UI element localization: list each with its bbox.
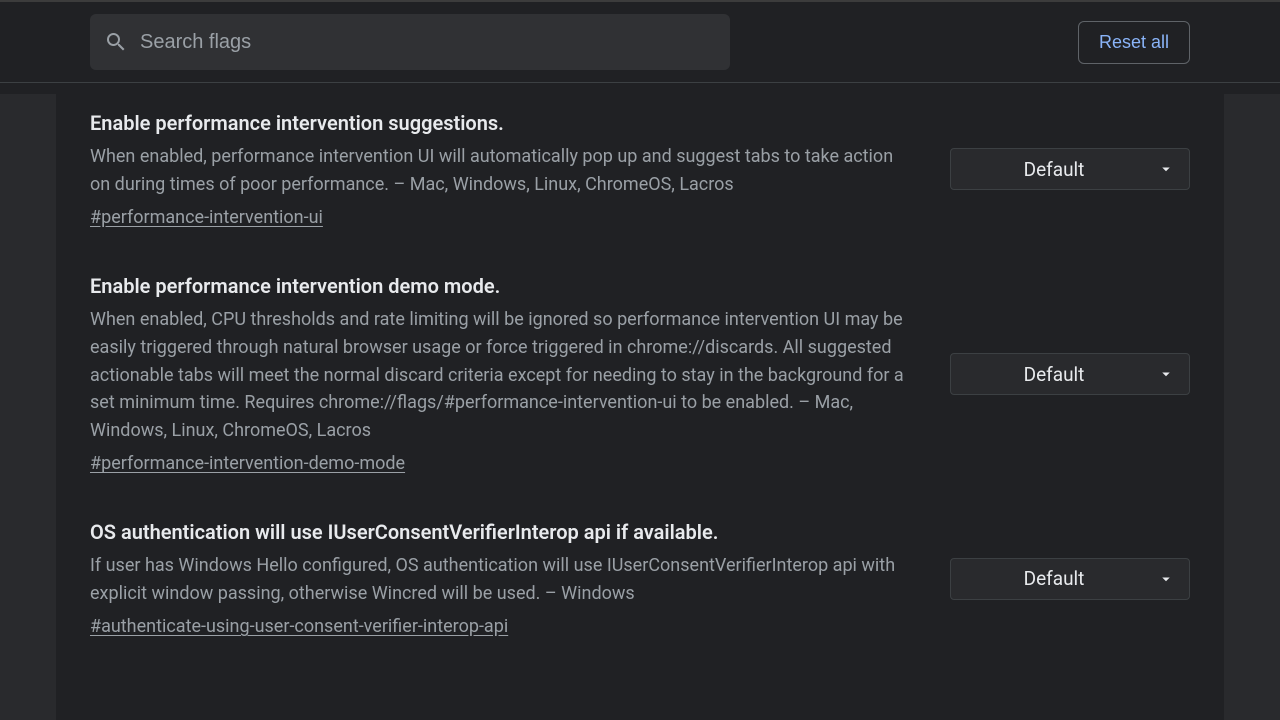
flag-dropdown-value: Default	[951, 567, 1157, 590]
flag-dropdown[interactable]: Default	[950, 558, 1190, 600]
flag-title: Enable performance intervention demo mod…	[90, 274, 910, 298]
flag-dropdown-value: Default	[951, 158, 1157, 181]
flag-row: Enable performance intervention suggesti…	[90, 111, 1190, 274]
flag-anchor-link[interactable]: #performance-intervention-ui	[90, 207, 323, 228]
chevron-down-icon	[1157, 160, 1175, 178]
flag-anchor-link[interactable]: #authenticate-using-user-consent-verifie…	[90, 616, 508, 637]
search-field[interactable]	[90, 14, 730, 70]
flag-row: Enable performance intervention demo mod…	[90, 274, 1190, 520]
flag-description: If user has Windows Hello configured, OS…	[90, 552, 910, 608]
flag-dropdown-value: Default	[951, 363, 1157, 386]
right-gutter	[1224, 94, 1280, 720]
reset-all-button[interactable]: Reset all	[1078, 21, 1190, 64]
chevron-down-icon	[1157, 570, 1175, 588]
header-bar: Reset all	[0, 0, 1280, 83]
flag-title: OS authentication will use IUserConsentV…	[90, 520, 910, 544]
flag-description: When enabled, performance intervention U…	[90, 143, 910, 199]
left-gutter	[0, 94, 56, 720]
flag-title: Enable performance intervention suggesti…	[90, 111, 910, 135]
flags-list: Enable performance intervention suggesti…	[90, 83, 1190, 683]
search-input[interactable]	[140, 31, 716, 54]
flag-row: OS authentication will use IUserConsentV…	[90, 520, 1190, 683]
flag-dropdown[interactable]: Default	[950, 148, 1190, 190]
chevron-down-icon	[1157, 365, 1175, 383]
flag-description: When enabled, CPU thresholds and rate li…	[90, 306, 910, 445]
flag-dropdown[interactable]: Default	[950, 353, 1190, 395]
search-icon	[104, 30, 128, 54]
flag-anchor-link[interactable]: #performance-intervention-demo-mode	[90, 453, 405, 474]
